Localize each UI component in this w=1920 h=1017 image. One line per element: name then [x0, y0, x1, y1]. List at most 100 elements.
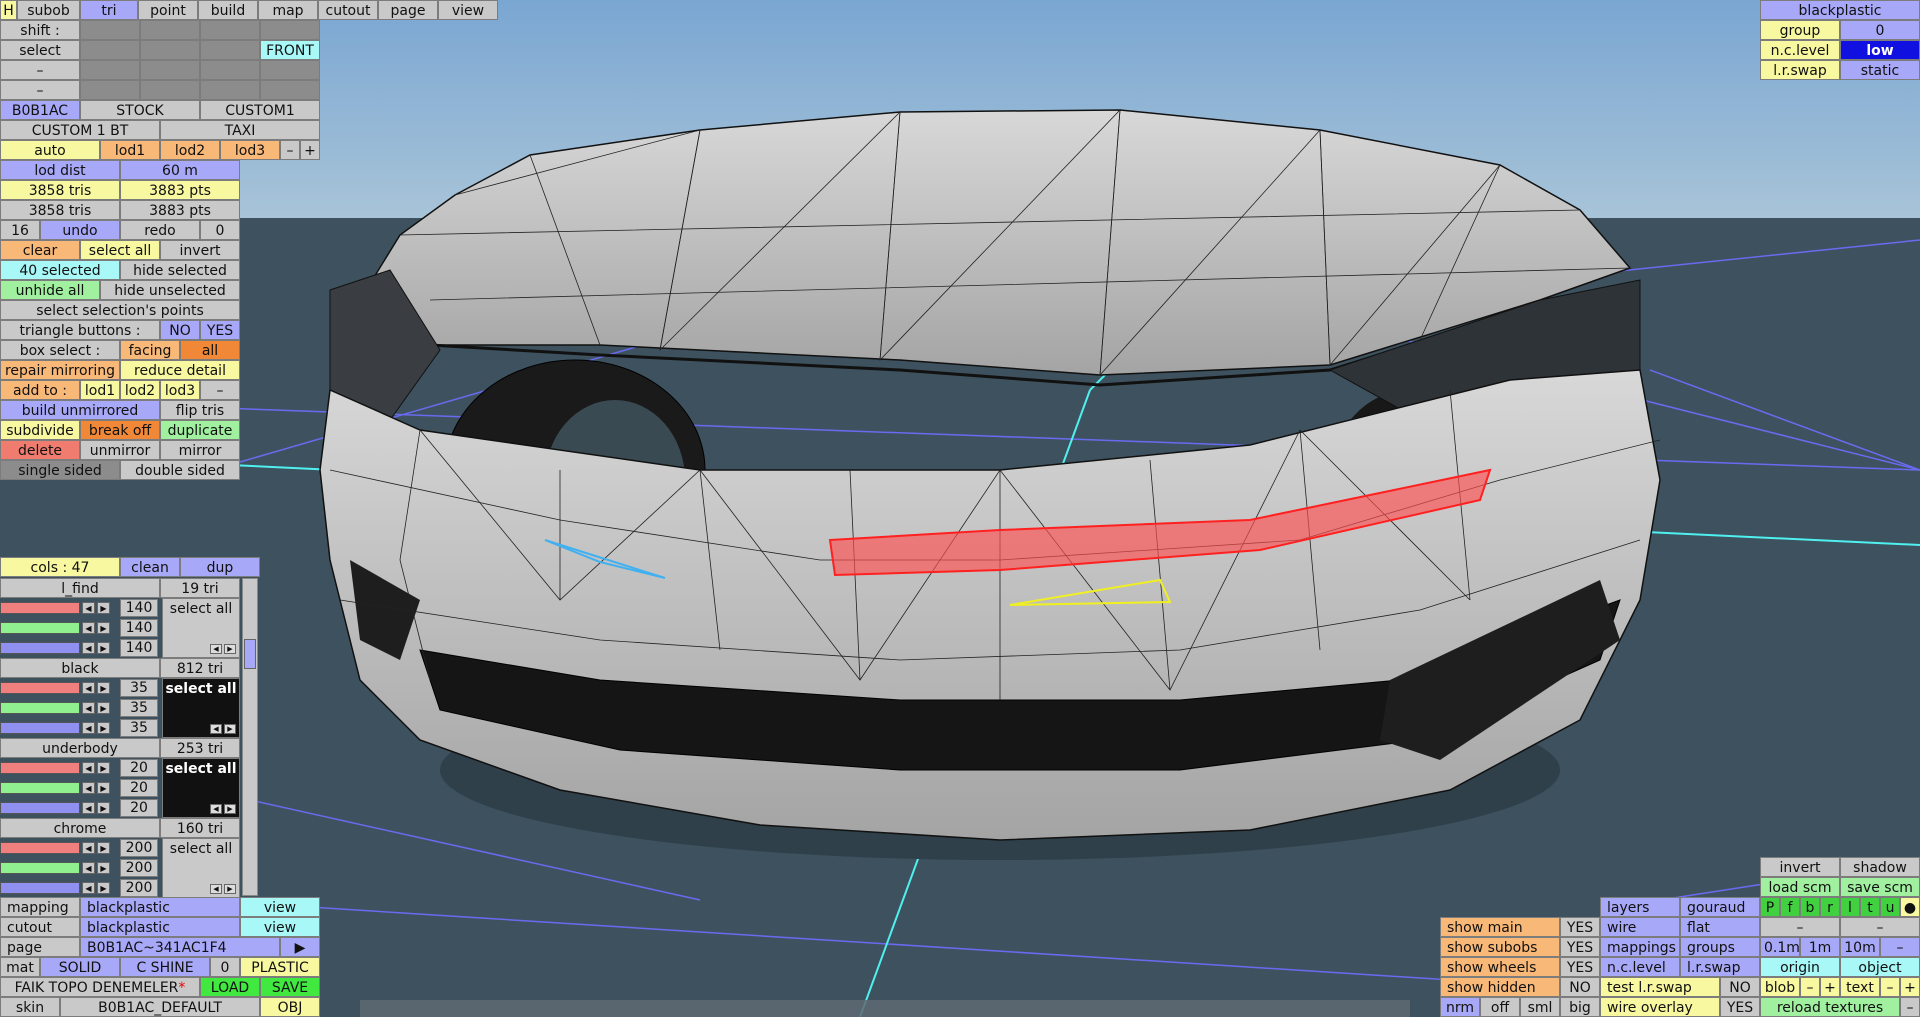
- clear-button[interactable]: clear: [0, 240, 80, 260]
- groups-button[interactable]: groups: [1680, 937, 1760, 957]
- nclevel-value[interactable]: low: [1840, 40, 1920, 60]
- increment-arrow-icon[interactable]: ▶: [97, 802, 110, 814]
- flip-tris-button[interactable]: flip tris: [160, 400, 240, 420]
- increment-arrow-icon[interactable]: ▶: [97, 602, 110, 614]
- color-channel-value[interactable]: 35: [120, 679, 158, 697]
- color-channel-value[interactable]: 35: [120, 719, 158, 737]
- slot-a4[interactable]: [260, 60, 320, 80]
- repair-mirroring-button[interactable]: repair mirroring: [0, 360, 120, 380]
- color-channel-value[interactable]: 35: [120, 699, 158, 717]
- lod-dist-value[interactable]: 60 m: [120, 160, 240, 180]
- color-channel-value[interactable]: 200: [120, 879, 158, 897]
- add-to-lod2[interactable]: lod2: [120, 380, 160, 400]
- decrement-arrow-icon[interactable]: ◀: [82, 862, 95, 874]
- layer-toggle-p[interactable]: P: [1760, 897, 1780, 917]
- color-channel-slider[interactable]: [0, 602, 80, 614]
- increment-arrow-icon[interactable]: ▶: [97, 842, 110, 854]
- obj-button[interactable]: OBJ: [260, 997, 320, 1017]
- decrement-arrow-icon[interactable]: ◀: [82, 622, 95, 634]
- swatch-next-icon[interactable]: ▶: [224, 724, 236, 734]
- mat-solid[interactable]: SOLID: [40, 957, 120, 977]
- triangle-buttons-yes[interactable]: YES: [200, 320, 240, 340]
- slot-b3[interactable]: [200, 80, 260, 100]
- color-channel-value[interactable]: 20: [120, 759, 158, 777]
- decrement-arrow-icon[interactable]: ◀: [82, 842, 95, 854]
- cutout-value[interactable]: blackplastic: [80, 917, 240, 937]
- mat-shine-value[interactable]: 0: [210, 957, 240, 977]
- layer-toggle-l[interactable]: l: [1840, 897, 1860, 917]
- grid-10m[interactable]: 10m: [1840, 937, 1880, 957]
- slot-a3[interactable]: [200, 60, 260, 80]
- page-next-button[interactable]: ▶: [280, 937, 320, 957]
- flat-button[interactable]: flat: [1680, 917, 1760, 937]
- show-subobs-toggle[interactable]: YES: [1560, 937, 1600, 957]
- increment-arrow-icon[interactable]: ▶: [97, 762, 110, 774]
- tab-tri[interactable]: tri: [80, 0, 138, 20]
- swatch-next-icon[interactable]: ▶: [224, 644, 236, 654]
- decrement-arrow-icon[interactable]: ◀: [82, 682, 95, 694]
- decrement-arrow-icon[interactable]: ◀: [82, 642, 95, 654]
- tab-subob[interactable]: subob: [17, 0, 80, 20]
- select-all-button[interactable]: select all: [80, 240, 160, 260]
- layer-toggle-u[interactable]: u: [1880, 897, 1900, 917]
- variant-stock[interactable]: STOCK: [80, 100, 200, 120]
- clean-button[interactable]: clean: [120, 557, 180, 577]
- swatch-prev-icon[interactable]: ◀: [210, 644, 222, 654]
- wire-button[interactable]: wire: [1600, 917, 1680, 937]
- shadow-button[interactable]: shadow: [1840, 857, 1920, 877]
- duplicate-button[interactable]: duplicate: [160, 420, 240, 440]
- tab-page[interactable]: page: [378, 0, 438, 20]
- box-select-all[interactable]: all: [180, 340, 240, 360]
- slot-b2[interactable]: [140, 80, 200, 100]
- hide-selected-button[interactable]: hide selected: [120, 260, 240, 280]
- material-name[interactable]: l_find: [0, 578, 160, 598]
- br-nclevel-button[interactable]: n.c.level: [1600, 957, 1680, 977]
- color-channel-value[interactable]: 140: [120, 619, 158, 637]
- variant-b0b1ac[interactable]: B0B1AC: [0, 100, 80, 120]
- lrswap-value[interactable]: static: [1840, 60, 1920, 80]
- select-slot-3[interactable]: [200, 40, 260, 60]
- material-scrollbar[interactable]: [242, 578, 258, 896]
- reduce-detail-button[interactable]: reduce detail: [120, 360, 240, 380]
- color-channel-slider[interactable]: [0, 762, 80, 774]
- decrement-arrow-icon[interactable]: ◀: [82, 722, 95, 734]
- show-hidden-toggle[interactable]: NO: [1560, 977, 1600, 997]
- add-to-dash[interactable]: –: [200, 380, 240, 400]
- group-value[interactable]: 0: [1840, 20, 1920, 40]
- color-channel-slider[interactable]: [0, 702, 80, 714]
- color-channel-slider[interactable]: [0, 882, 80, 894]
- redo-button[interactable]: redo: [120, 220, 200, 240]
- page-value[interactable]: B0B1AC~341AC1F4: [80, 937, 280, 957]
- slot-a1[interactable]: [80, 60, 140, 80]
- swatch-prev-icon[interactable]: ◀: [210, 884, 222, 894]
- color-channel-value[interactable]: 200: [120, 859, 158, 877]
- mat-cshine[interactable]: C SHINE: [120, 957, 210, 977]
- decrement-arrow-icon[interactable]: ◀: [82, 702, 95, 714]
- color-channel-slider[interactable]: [0, 682, 80, 694]
- lod-plus-button[interactable]: +: [300, 140, 320, 160]
- spacer-dash-1[interactable]: –: [1760, 917, 1840, 937]
- mapping-view-button[interactable]: view: [240, 897, 320, 917]
- grid-0-1m[interactable]: 0.1m: [1760, 937, 1800, 957]
- off-button[interactable]: off: [1480, 997, 1520, 1017]
- swatch-prev-icon[interactable]: ◀: [210, 804, 222, 814]
- origin-button[interactable]: origin: [1760, 957, 1840, 977]
- invert-button[interactable]: invert: [160, 240, 240, 260]
- add-to-lod1[interactable]: lod1: [80, 380, 120, 400]
- layers-button[interactable]: layers: [1600, 897, 1680, 917]
- material-scrollbar-thumb[interactable]: [244, 639, 256, 669]
- swatch-next-icon[interactable]: ▶: [224, 804, 236, 814]
- select-slot-1[interactable]: [80, 40, 140, 60]
- grid-1m[interactable]: 1m: [1800, 937, 1840, 957]
- mapping-value[interactable]: blackplastic: [80, 897, 240, 917]
- tab-map[interactable]: map: [258, 0, 318, 20]
- color-channel-slider[interactable]: [0, 622, 80, 634]
- text-plus[interactable]: +: [1900, 977, 1920, 997]
- br-invert-button[interactable]: invert: [1760, 857, 1840, 877]
- increment-arrow-icon[interactable]: ▶: [97, 702, 110, 714]
- subdivide-button[interactable]: subdivide: [0, 420, 80, 440]
- grid-off[interactable]: –: [1880, 937, 1920, 957]
- hide-unselected-button[interactable]: hide unselected: [100, 280, 240, 300]
- tab-cutout[interactable]: cutout: [318, 0, 378, 20]
- lod-auto-button[interactable]: auto: [0, 140, 100, 160]
